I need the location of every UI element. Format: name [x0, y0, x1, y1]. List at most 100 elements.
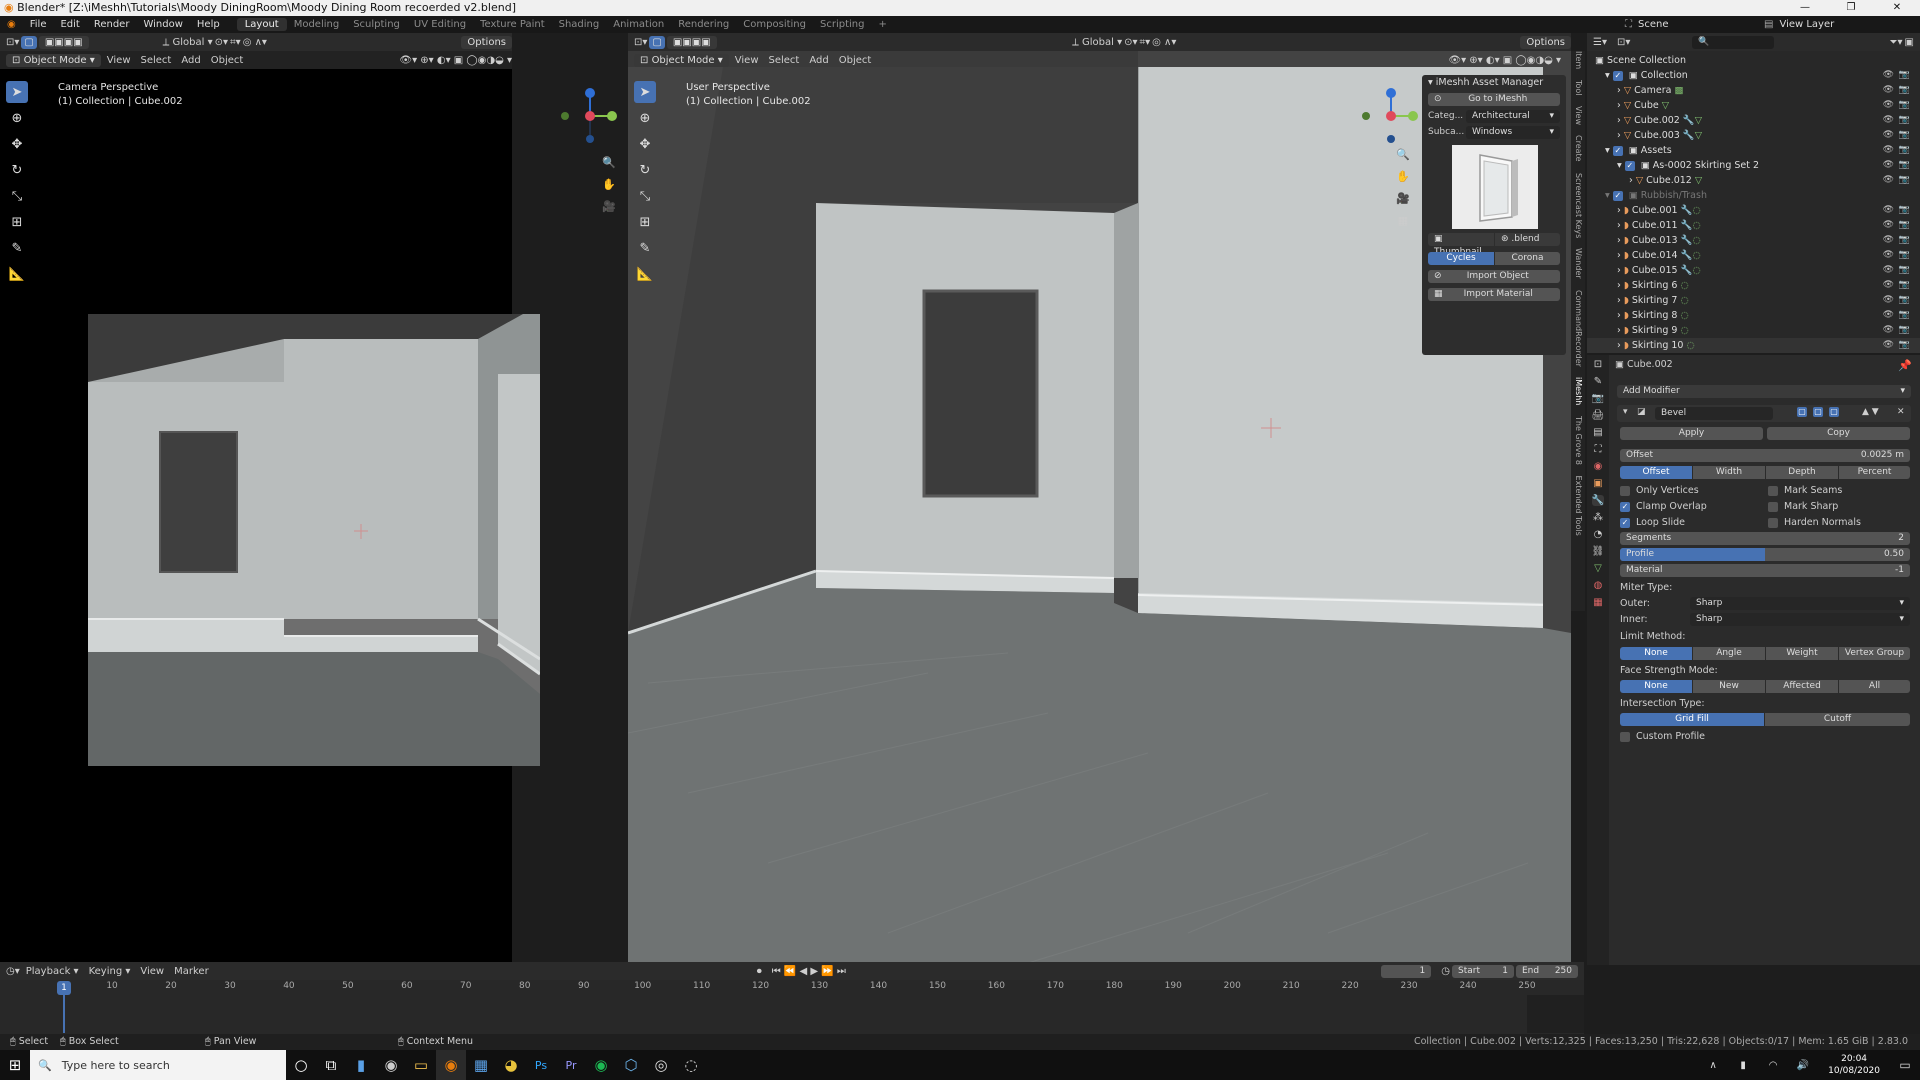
- main-selection-mode-icons[interactable]: ▣▣▣▣: [666, 35, 717, 49]
- mark-seams-checkbox[interactable]: Mark Seams: [1768, 484, 1842, 498]
- face-strength-new[interactable]: New: [1693, 680, 1765, 693]
- import-material-button[interactable]: ▦ Import Material: [1428, 288, 1560, 301]
- main-options-dropdown[interactable]: Options: [1520, 35, 1571, 49]
- outliner-editor-icon[interactable]: ☰▾: [1593, 37, 1607, 48]
- profile-slider[interactable]: Profile 0.50: [1620, 548, 1910, 561]
- filter-icon[interactable]: ⏷▾: [1890, 37, 1903, 48]
- render-camera-icon[interactable]: 📷: [1899, 218, 1910, 233]
- camera-view-icon[interactable]: 🎥: [600, 197, 618, 215]
- eye-icon[interactable]: 👁: [1883, 83, 1894, 98]
- outliner-row[interactable]: › ▽ Camera ▩ 👁 📷: [1587, 83, 1920, 98]
- eye-icon[interactable]: 👁: [1883, 128, 1894, 143]
- face-strength-all[interactable]: All: [1839, 680, 1910, 693]
- world-props-icon[interactable]: ◉: [1594, 461, 1603, 472]
- end-frame-field[interactable]: End 250: [1516, 964, 1578, 978]
- editor-type-icon[interactable]: ⊡▾: [6, 37, 19, 48]
- output-props-icon[interactable]: 🖨: [1592, 410, 1605, 421]
- main-annotate-tool-icon[interactable]: ✎: [634, 237, 656, 259]
- menu-edit[interactable]: Edit: [53, 19, 86, 30]
- menu-file[interactable]: File: [23, 19, 54, 30]
- main-transform-tool-icon[interactable]: ⊞: [634, 211, 656, 233]
- outliner-search-input[interactable]: 🔍: [1692, 35, 1775, 49]
- render-camera-icon[interactable]: 📷: [1899, 83, 1910, 98]
- app-recorder-icon[interactable]: ◎: [646, 1050, 676, 1080]
- left-menu-select[interactable]: Select: [137, 55, 176, 66]
- eye-icon[interactable]: 👁: [1883, 263, 1894, 278]
- limit-vertex-group[interactable]: Vertex Group: [1839, 647, 1910, 660]
- main-navigation-gizmo[interactable]: [1356, 81, 1426, 151]
- outliner-row[interactable]: › ◗ Skirting 9 ◌ 👁 📷: [1587, 323, 1920, 338]
- blender-taskbar-icon[interactable]: ◉: [436, 1050, 466, 1080]
- main-menu-select[interactable]: Select: [765, 55, 804, 66]
- playback-controls-icons[interactable]: ⏮ ⏪ ◀ ▶ ⏩ ⏭: [772, 966, 846, 977]
- selection-mode-icons[interactable]: ▣▣▣▣: [38, 35, 89, 49]
- main-zoom-icon[interactable]: 🔍: [1394, 145, 1412, 163]
- tray-usb-icon[interactable]: ▮: [1728, 1050, 1758, 1080]
- inner-miter-dropdown[interactable]: Sharp ▾: [1690, 613, 1910, 626]
- preview-range-icon[interactable]: ◷: [1441, 966, 1450, 977]
- left-navigation-gizmo[interactable]: [555, 81, 625, 151]
- tab-rendering[interactable]: Rendering: [671, 19, 736, 30]
- outliner-row[interactable]: › ▽ Cube.012 ▽ 👁 📷: [1587, 173, 1920, 188]
- timeline-menu-marker[interactable]: Marker: [170, 966, 213, 977]
- outliner-row[interactable]: ▾ ✓ ▣ Rubbish/Trash: [1587, 188, 1920, 203]
- transform-orientation-dropdown[interactable]: ⟂ Global ▾: [163, 37, 213, 48]
- close-button[interactable]: ✕: [1874, 0, 1920, 16]
- outliner-row[interactable]: › ◗ Skirting 8 ◌ 👁 📷: [1587, 308, 1920, 323]
- render-props-icon[interactable]: 📷: [1592, 393, 1604, 404]
- record-icon[interactable]: ⏺: [757, 966, 762, 977]
- main-menu-object[interactable]: Object: [835, 55, 876, 66]
- render-camera-icon[interactable]: 📷: [1899, 263, 1910, 278]
- sidebar-tab-create[interactable]: Create: [1574, 135, 1583, 162]
- collection-checkbox[interactable]: ✓: [1612, 190, 1623, 201]
- app-pinned-icon[interactable]: ▮: [346, 1050, 376, 1080]
- cursor-tool-icon[interactable]: ⊕: [6, 107, 28, 129]
- timeline-menu-view[interactable]: View: [136, 966, 168, 977]
- limit-weight[interactable]: Weight: [1766, 647, 1838, 660]
- premiere-icon[interactable]: Pr: [556, 1050, 586, 1080]
- main-camera-view-icon[interactable]: 🎥: [1394, 189, 1412, 207]
- move-tool-icon[interactable]: ✥: [6, 133, 28, 155]
- render-camera-icon[interactable]: 📷: [1899, 113, 1910, 128]
- photoshop-icon[interactable]: Ps: [526, 1050, 556, 1080]
- camera-viewport[interactable]: ⊡▾ ▢ ▣▣▣▣ ⟂ Global ▾ ⊙▾ ⌗▾ ◎ ∧▾ Options …: [0, 33, 617, 965]
- eye-icon[interactable]: 👁: [1883, 308, 1894, 323]
- render-camera-icon[interactable]: 📷: [1899, 233, 1910, 248]
- tray-chevron-icon[interactable]: ∧: [1698, 1050, 1728, 1080]
- app-obs-icon[interactable]: ◌: [676, 1050, 706, 1080]
- only-vertices-checkbox[interactable]: Only Vertices: [1620, 484, 1699, 498]
- width-type-offset[interactable]: Offset: [1620, 466, 1692, 479]
- cycles-engine-button[interactable]: Cycles: [1428, 252, 1494, 265]
- playhead[interactable]: 1: [57, 981, 71, 995]
- main-menu-add[interactable]: Add: [805, 55, 832, 66]
- particles-props-icon[interactable]: ⁂: [1593, 512, 1603, 523]
- render-camera-icon[interactable]: 📷: [1899, 323, 1910, 338]
- face-strength-affected[interactable]: Affected: [1766, 680, 1838, 693]
- outliner-row[interactable]: › ▽ Cube.002 🔧▽ 👁 📷: [1587, 113, 1920, 128]
- sidebar-tab-tool[interactable]: Tool: [1574, 80, 1583, 96]
- main-menu-view[interactable]: View: [731, 55, 763, 66]
- main-scale-tool-icon[interactable]: ⤡: [634, 185, 656, 207]
- file-explorer-icon[interactable]: ▭: [406, 1050, 436, 1080]
- sidebar-tab-imeshh[interactable]: iMeshh: [1574, 377, 1583, 405]
- left-menu-add[interactable]: Add: [177, 55, 204, 66]
- limit-angle[interactable]: Angle: [1693, 647, 1765, 660]
- spotify-icon[interactable]: ◉: [586, 1050, 616, 1080]
- constraints-props-icon[interactable]: ⛓: [1592, 546, 1605, 557]
- outliner-row[interactable]: ▾ ✓ ▣ Assets 👁 📷: [1587, 143, 1920, 158]
- render-camera-icon[interactable]: 📷: [1899, 173, 1910, 188]
- minimize-button[interactable]: —: [1782, 0, 1828, 16]
- outliner-row[interactable]: › ◗ Skirting 7 ◌ 👁 📷: [1587, 293, 1920, 308]
- eye-icon[interactable]: 👁: [1883, 338, 1894, 353]
- scene-name[interactable]: Scene: [1638, 19, 1758, 30]
- outliner-row[interactable]: › ◗ Cube.014 🔧◌ 👁 📷: [1587, 248, 1920, 263]
- copy-button[interactable]: Copy: [1767, 427, 1910, 440]
- main-transform-orientation-dropdown[interactable]: ⟂ Global ▾: [1072, 37, 1122, 48]
- eye-icon[interactable]: 👁: [1883, 158, 1894, 173]
- sidebar-tab-item[interactable]: Item: [1574, 51, 1583, 69]
- main-pan-hand-icon[interactable]: ✋: [1394, 167, 1412, 185]
- outliner-root[interactable]: ▣ Scene Collection: [1587, 53, 1920, 68]
- tab-uv-editing[interactable]: UV Editing: [407, 19, 473, 30]
- offset-field[interactable]: Offset 0.0025 m: [1620, 449, 1910, 462]
- tab-shading[interactable]: Shading: [552, 19, 607, 30]
